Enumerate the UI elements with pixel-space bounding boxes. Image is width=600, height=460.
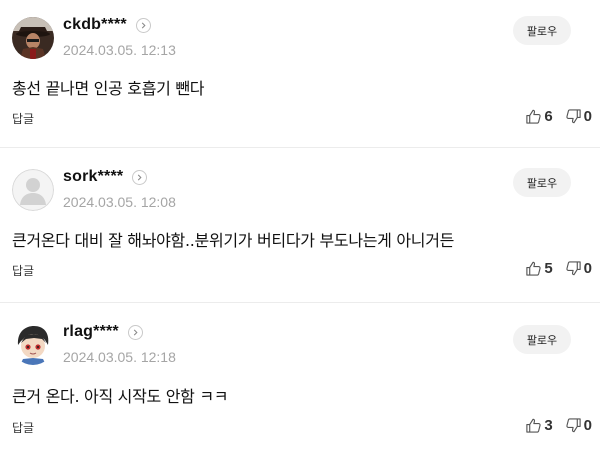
dislike-button[interactable]: 0 (565, 260, 592, 277)
comment-text: 총선 끝나면 인공 호흡기 뺀다 (12, 79, 205, 98)
comment-item: rlag**** 2024.03.05. 12:18 팔로우 큰거 온다. 아직… (0, 303, 600, 460)
vote-group: 5 0 (525, 260, 592, 277)
like-button[interactable]: 5 (525, 260, 553, 277)
timestamp: 2024.03.05. 12:18 (63, 349, 176, 365)
reply-button[interactable]: 답글 (12, 110, 34, 127)
like-count: 3 (544, 417, 553, 434)
follow-button[interactable]: 팔로우 (513, 16, 571, 45)
username[interactable]: ckdb**** (63, 16, 127, 34)
follow-button[interactable]: 팔로우 (513, 168, 571, 197)
timestamp: 2024.03.05. 12:13 (63, 42, 176, 58)
thumbs-up-icon (526, 109, 541, 124)
vote-group: 3 0 (525, 417, 592, 434)
dislike-count: 0 (583, 417, 592, 434)
avatar[interactable] (12, 323, 54, 365)
profile-chevron-icon[interactable] (132, 169, 148, 185)
comment-item: ckdb**** 2024.03.05. 12:13 팔로우 총선 끝나면 인공… (0, 0, 600, 148)
user-line: rlag**** (63, 323, 143, 341)
reply-button[interactable]: 답글 (12, 262, 34, 279)
like-button[interactable]: 3 (525, 417, 553, 434)
dislike-count: 0 (583, 108, 592, 125)
thumbs-up-icon (526, 261, 541, 276)
like-button[interactable]: 6 (525, 108, 553, 125)
profile-chevron-icon[interactable] (135, 17, 151, 33)
follow-button[interactable]: 팔로우 (513, 325, 571, 354)
username[interactable]: rlag**** (63, 323, 119, 341)
comment-text: 큰거온다 대비 잘 해놔야함..분위기가 버티다가 부도나는게 아니거든 (12, 231, 455, 250)
user-line: ckdb**** (63, 16, 151, 34)
dislike-count: 0 (583, 260, 592, 277)
like-count: 5 (544, 260, 553, 277)
comment-item: sork**** 2024.03.05. 12:08 팔로우 큰거온다 대비 잘… (0, 148, 600, 303)
reply-button[interactable]: 답글 (12, 419, 34, 436)
thumbs-down-icon (566, 109, 581, 124)
vote-group: 6 0 (525, 108, 592, 125)
timestamp: 2024.03.05. 12:08 (63, 194, 176, 210)
profile-chevron-icon[interactable] (127, 324, 143, 340)
like-count: 6 (544, 108, 553, 125)
avatar[interactable] (12, 169, 54, 211)
thumbs-down-icon (566, 418, 581, 433)
thumbs-up-icon (526, 418, 541, 433)
thumbs-down-icon (566, 261, 581, 276)
username[interactable]: sork**** (63, 168, 123, 186)
comment-text: 큰거 온다. 아직 시작도 안함 ㅋㅋ (12, 387, 229, 406)
avatar[interactable] (12, 17, 54, 59)
dislike-button[interactable]: 0 (565, 417, 592, 434)
user-line: sork**** (63, 168, 148, 186)
dislike-button[interactable]: 0 (565, 108, 592, 125)
